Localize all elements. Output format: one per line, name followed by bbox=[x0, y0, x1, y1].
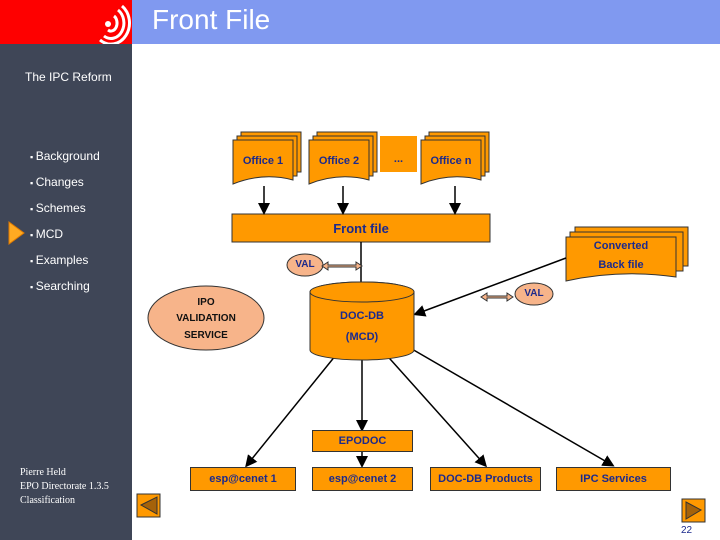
val-left-label: VAL bbox=[295, 259, 315, 270]
espacenet-1-box: esp@cenet 1 bbox=[190, 467, 296, 491]
ipc-services-box: IPC Services bbox=[556, 467, 671, 491]
epodoc-box: EPODOC bbox=[312, 430, 413, 452]
office-2: Office 2 bbox=[318, 155, 360, 167]
mcd-label: (MCD) bbox=[345, 331, 379, 343]
back-file-label: Back file bbox=[598, 259, 644, 271]
service-label: SERVICE bbox=[184, 330, 228, 341]
office-n: Office n bbox=[430, 155, 472, 167]
espacenet-2-box: esp@cenet 2 bbox=[312, 467, 413, 491]
ipo-label: IPO bbox=[197, 297, 215, 308]
docdb-products-box: DOC-DB Products bbox=[430, 467, 541, 491]
double-arrow-left bbox=[321, 261, 363, 271]
val-right-label: VAL bbox=[524, 288, 544, 299]
docdb-label: DOC-DB bbox=[340, 310, 384, 322]
office-1: Office 1 bbox=[242, 155, 284, 167]
office-ellipsis: ... bbox=[393, 153, 404, 165]
converted-label: Converted bbox=[593, 240, 649, 252]
front-file-label: Front file bbox=[333, 221, 389, 236]
validation-label: VALIDATION bbox=[176, 313, 236, 324]
double-arrow-right bbox=[480, 292, 514, 302]
page-number: 22 bbox=[681, 525, 693, 536]
